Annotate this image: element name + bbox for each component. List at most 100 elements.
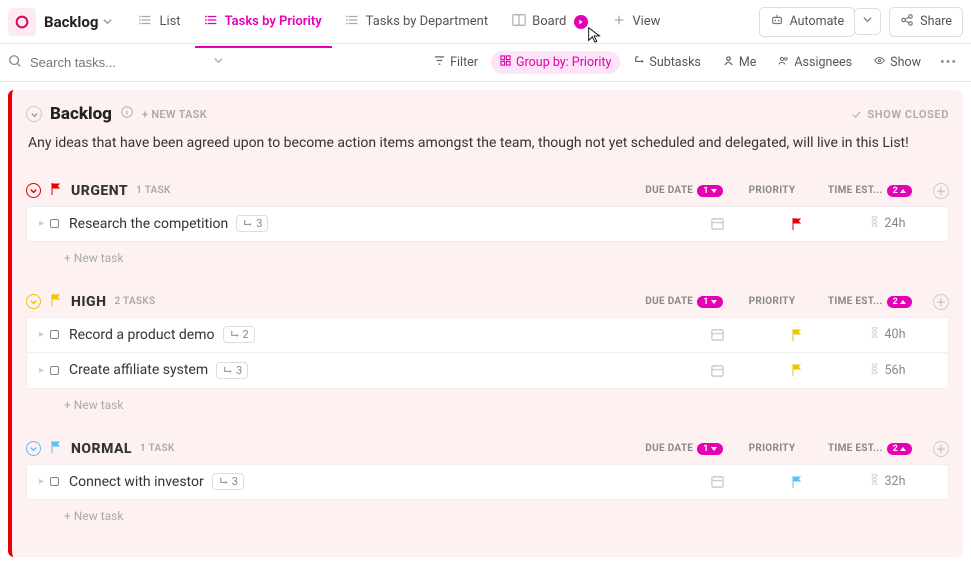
time-estimate-cell[interactable]: 32h: [832, 474, 942, 489]
column-header-due-date[interactable]: DUE DATE 1: [639, 296, 729, 308]
sort-badge: 2: [887, 296, 912, 308]
expand-icon[interactable]: ▸: [39, 329, 44, 340]
subtask-count[interactable]: 3: [236, 215, 268, 232]
time-estimate-cell[interactable]: 56h: [832, 363, 942, 378]
assignees-label: Assignees: [794, 55, 852, 70]
new-task-button[interactable]: + New task: [26, 390, 949, 414]
group-by-button[interactable]: Group by: Priority: [491, 51, 620, 74]
column-header-time-estimate[interactable]: TIME EST... 2: [815, 443, 925, 455]
more-menu[interactable]: •••: [934, 55, 963, 70]
column-header-priority[interactable]: PRIORITY: [737, 296, 807, 307]
hourglass-icon: [869, 363, 880, 378]
view-tab-list-label: List: [159, 14, 180, 29]
search-input[interactable]: [28, 51, 228, 74]
column-header-priority[interactable]: PRIORITY: [737, 443, 807, 454]
me-button[interactable]: Me: [714, 51, 766, 74]
assignees-button[interactable]: Assignees: [769, 51, 861, 74]
task-row[interactable]: ▸ Research the competition 3 24h: [26, 206, 949, 242]
automate-button[interactable]: Automate: [759, 7, 856, 37]
show-button[interactable]: Show: [865, 51, 930, 74]
group-collapse-icon[interactable]: [26, 441, 41, 456]
new-task-button[interactable]: + New task: [26, 501, 949, 525]
column-header-due-date[interactable]: DUE DATE 1: [639, 185, 729, 197]
column-header-time-estimate[interactable]: TIME EST... 2: [815, 185, 925, 197]
task-row[interactable]: ▸ Record a product demo 2 40h: [26, 317, 949, 353]
list-title-text: Backlog: [44, 13, 98, 31]
show-closed-toggle[interactable]: SHOW CLOSED: [851, 108, 949, 121]
view-tab-board[interactable]: Board: [502, 7, 598, 37]
due-date-cell[interactable]: [672, 216, 762, 231]
add-view-button[interactable]: View: [602, 7, 670, 37]
status-checkbox[interactable]: [50, 219, 59, 228]
task-title: Create affiliate system: [69, 362, 208, 378]
sort-badge: 2: [887, 443, 912, 455]
collapse-icon[interactable]: [26, 106, 42, 122]
subtask-count[interactable]: 3: [216, 362, 248, 379]
app-logo[interactable]: [8, 8, 36, 36]
add-column-button[interactable]: ＋: [933, 183, 949, 199]
eye-icon: [874, 55, 885, 70]
info-icon[interactable]: [120, 105, 134, 123]
search-dropdown-icon[interactable]: [213, 55, 224, 70]
person-icon: [723, 55, 734, 70]
due-date-cell[interactable]: [672, 327, 762, 342]
add-column-button[interactable]: ＋: [933, 294, 949, 310]
view-tab-tasks-by-department[interactable]: Tasks by Department: [336, 7, 498, 37]
subtasks-label: Subtasks: [649, 55, 700, 70]
main-area: Backlog + NEW TASK SHOW CLOSED Any ideas…: [0, 82, 971, 584]
group-collapse-icon[interactable]: [26, 294, 41, 309]
hourglass-icon: [869, 216, 880, 231]
view-tab-department-label: Tasks by Department: [366, 14, 488, 29]
flag-icon: [49, 440, 63, 458]
expand-icon[interactable]: ▸: [39, 218, 44, 229]
plus-icon: [612, 13, 626, 31]
status-checkbox[interactable]: [50, 477, 59, 486]
column-header-due-date[interactable]: DUE DATE 1: [639, 443, 729, 455]
automate-label: Automate: [790, 14, 845, 29]
hourglass-icon: [869, 474, 880, 489]
group-collapse-icon[interactable]: [26, 183, 41, 198]
share-label: Share: [920, 14, 952, 29]
status-checkbox[interactable]: [50, 366, 59, 375]
time-estimate-cell[interactable]: 40h: [832, 327, 942, 342]
group-header: NORMAL 1 TASK DUE DATE 1 PRIORITY TIME E…: [26, 436, 949, 464]
priority-cell[interactable]: [762, 363, 832, 377]
task-row[interactable]: ▸ Connect with investor 3 32h: [26, 464, 949, 500]
priority-cell[interactable]: [762, 475, 832, 489]
new-task-header-button[interactable]: + NEW TASK: [142, 108, 207, 121]
subtasks-button[interactable]: Subtasks: [624, 51, 709, 74]
task-title: Record a product demo: [69, 327, 214, 343]
expand-icon[interactable]: ▸: [39, 476, 44, 487]
time-estimate-cell[interactable]: 24h: [832, 216, 942, 231]
view-tab-list[interactable]: List: [129, 7, 190, 37]
new-task-button[interactable]: + New task: [26, 243, 949, 267]
subtasks-icon: [633, 55, 644, 70]
people-icon: [778, 55, 789, 70]
subtask-count[interactable]: 2: [223, 326, 255, 343]
task-row[interactable]: ▸ Create affiliate system 3 56h: [26, 353, 949, 389]
due-date-cell[interactable]: [672, 363, 762, 378]
add-column-button[interactable]: ＋: [933, 441, 949, 457]
panel-title: Backlog: [50, 104, 112, 124]
column-header-time-estimate[interactable]: TIME EST... 2: [815, 296, 925, 308]
status-checkbox[interactable]: [50, 330, 59, 339]
group-header: HIGH 2 TASKS DUE DATE 1 PRIORITY TIME ES…: [26, 289, 949, 317]
list-icon: [139, 13, 153, 31]
list-title[interactable]: Backlog: [44, 13, 113, 31]
priority-cell[interactable]: [762, 217, 832, 231]
expand-icon[interactable]: ▸: [39, 365, 44, 376]
filter-button[interactable]: Filter: [425, 51, 487, 74]
automate-dropdown[interactable]: [854, 8, 881, 35]
priority-cell[interactable]: [762, 328, 832, 342]
share-button[interactable]: Share: [889, 7, 963, 37]
board-indicator-icon: [574, 15, 588, 29]
group-icon: [500, 55, 511, 70]
sort-badge: 2: [887, 185, 912, 197]
view-tab-tasks-by-priority[interactable]: Tasks by Priority: [195, 7, 332, 37]
flag-icon: [49, 293, 63, 311]
filter-icon: [434, 55, 445, 70]
subtask-count[interactable]: 3: [212, 473, 244, 490]
column-header-priority[interactable]: PRIORITY: [737, 185, 807, 196]
hourglass-icon: [869, 327, 880, 342]
due-date-cell[interactable]: [672, 474, 762, 489]
